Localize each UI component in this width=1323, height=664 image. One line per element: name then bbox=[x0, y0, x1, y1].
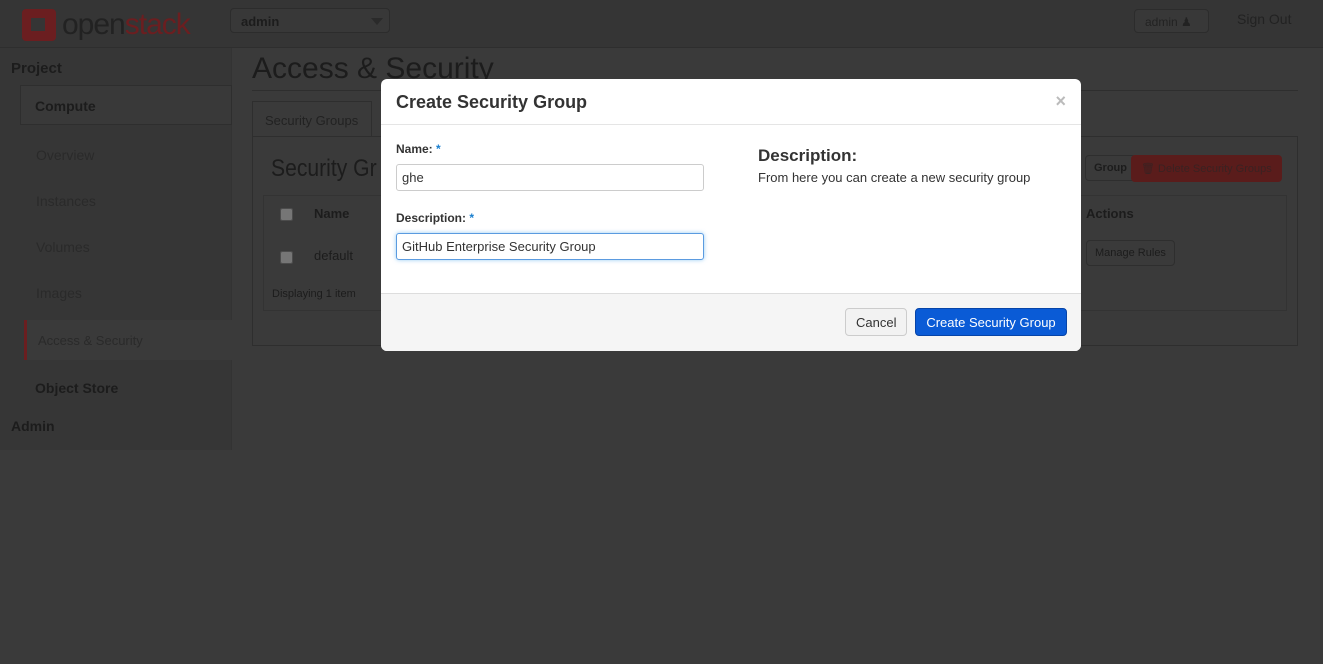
help-title: Description: bbox=[758, 146, 858, 165]
project-select[interactable]: admin bbox=[230, 8, 390, 33]
row-checkbox[interactable] bbox=[280, 251, 293, 264]
tab-security-groups[interactable]: Security Groups bbox=[252, 101, 372, 137]
delete-security-groups-button[interactable]: 🗑 Delete Security Groups bbox=[1131, 155, 1282, 182]
sidebar-item-overview[interactable]: Overview bbox=[36, 147, 94, 163]
column-header-actions: Actions bbox=[1086, 206, 1134, 221]
sidebar-item-instances[interactable]: Instances bbox=[36, 193, 96, 209]
create-security-group-submit[interactable]: Create Security Group bbox=[915, 308, 1067, 336]
manage-rules-button[interactable]: Manage Rules bbox=[1086, 240, 1175, 266]
modal-footer: Cancel Create Security Group bbox=[381, 293, 1081, 351]
openstack-logo[interactable]: openstack bbox=[22, 8, 191, 42]
cancel-button[interactable]: Cancel bbox=[845, 308, 908, 336]
sidebar-item-images[interactable]: Images bbox=[36, 285, 82, 301]
top-bar: openstack admin admin ♟ Sign Out bbox=[0, 0, 1323, 48]
table-footer: Displaying 1 item bbox=[272, 288, 356, 300]
description-field[interactable] bbox=[396, 233, 704, 260]
sidebar-admin[interactable]: Admin bbox=[11, 418, 55, 434]
sidebar-item-access-security[interactable]: Access & Security bbox=[38, 333, 143, 348]
section-title: Security Gr bbox=[271, 155, 377, 182]
sidebar: Project Compute Overview Instances Volum… bbox=[0, 48, 232, 450]
row-name: default bbox=[314, 248, 354, 263]
sidebar-project[interactable]: Project bbox=[11, 60, 62, 77]
user-menu[interactable]: admin ♟ bbox=[1134, 9, 1209, 33]
close-icon[interactable]: × bbox=[1055, 91, 1066, 112]
sign-out-link[interactable]: Sign Out bbox=[1237, 11, 1291, 27]
help-text: From here you can create a new security … bbox=[758, 170, 1031, 185]
name-label: Name: * bbox=[396, 142, 441, 156]
column-header-name: Name bbox=[314, 206, 350, 221]
name-field[interactable] bbox=[396, 164, 704, 191]
modal-title: Create Security Group bbox=[396, 92, 588, 112]
sidebar-object-store[interactable]: Object Store bbox=[35, 380, 118, 396]
sidebar-item-volumes[interactable]: Volumes bbox=[36, 239, 90, 255]
description-label: Description: * bbox=[396, 211, 475, 225]
sidebar-compute[interactable]: Compute bbox=[35, 98, 96, 114]
create-security-group-modal: Create Security Group × Name: * Descript… bbox=[381, 79, 1081, 351]
create-security-group-button[interactable]: Group bbox=[1085, 155, 1136, 181]
trash-icon: 🗑 bbox=[1141, 163, 1155, 175]
user-icon: ♟ bbox=[1181, 15, 1192, 29]
chevron-down-icon bbox=[371, 18, 383, 25]
select-all-checkbox[interactable] bbox=[280, 208, 293, 221]
